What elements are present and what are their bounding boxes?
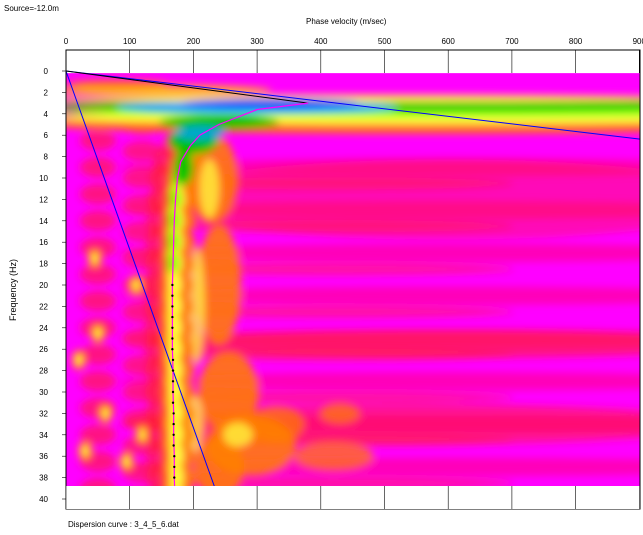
y-tick-label: 38 (39, 474, 48, 483)
y-tick-label: 0 (44, 67, 49, 76)
y-tick-label: 22 (39, 302, 48, 311)
heat-speckle (132, 279, 141, 291)
y-tick-label: 16 (39, 238, 48, 247)
heat-peak (158, 115, 279, 130)
heat-speckle (79, 371, 116, 392)
y-tick-label: 12 (39, 195, 48, 204)
y-tick-label: 8 (44, 153, 49, 162)
y-tick-label: 2 (44, 88, 49, 97)
source-label: Source=-12.0m (4, 4, 59, 13)
heat-speckle (138, 428, 147, 441)
picked-point (171, 401, 175, 404)
picked-point (172, 412, 175, 415)
heat-speckle (122, 455, 131, 468)
picked-point (171, 358, 175, 362)
picked-point (171, 305, 174, 308)
heat-speckle (74, 353, 83, 366)
x-tick-label: 400 (314, 37, 328, 46)
picked-point (171, 283, 174, 287)
heat-speckle (79, 264, 116, 285)
y-tick-label: 26 (39, 345, 48, 354)
picked-point (171, 380, 175, 383)
y-tick-label: 14 (39, 217, 48, 226)
x-tick-label: 200 (187, 37, 201, 46)
heat-plume (222, 422, 253, 447)
heat-speckle (81, 444, 90, 457)
dispersion-curve-label: Dispersion curve : 3_4_5_6.dat (68, 520, 179, 529)
x-tick-label: 600 (442, 37, 456, 46)
y-tick-label: 6 (44, 131, 49, 140)
picked-point (172, 422, 175, 426)
bottom-empty-strip (66, 486, 640, 509)
y-tick-label: 10 (39, 174, 48, 183)
heat-top-blank (66, 50, 640, 74)
heat-speckle (101, 407, 110, 420)
x-tick-label: 800 (569, 37, 583, 46)
picked-point (171, 390, 175, 394)
x-axis-title: Phase velocity (m/sec) (306, 17, 387, 26)
picked-point (171, 369, 175, 372)
y-tick-label: 36 (39, 452, 48, 461)
x-tick-label: 500 (378, 37, 392, 46)
heat-plume (319, 403, 360, 424)
picked-point (173, 465, 176, 469)
y-axis-ticks: 0246810121416182022242628303234363840 (39, 67, 66, 504)
y-axis-title: Frequency (Hz) (8, 258, 19, 322)
picked-point (171, 294, 174, 297)
y-tick-label: 30 (39, 388, 48, 397)
dispersion-image-plot: 0100200300400500600700800900 02468101214… (39, 37, 643, 510)
heat-peak (174, 126, 225, 141)
x-tick-label: 900 (633, 37, 643, 46)
heat-speckle (79, 130, 116, 151)
heat-speckle (93, 327, 102, 340)
heat-plume (293, 442, 374, 471)
picked-point (172, 444, 175, 447)
y-tick-label: 34 (39, 431, 48, 440)
y-tick-label: 28 (39, 367, 48, 376)
picked-point (171, 326, 174, 329)
y-tick-label: 24 (39, 324, 48, 333)
y-tick-label: 32 (39, 409, 48, 418)
y-tick-label: 40 (39, 495, 48, 504)
picked-point (173, 455, 176, 458)
heat-plume (248, 406, 305, 443)
y-tick-label: 20 (39, 281, 48, 290)
x-tick-label: 100 (123, 37, 137, 46)
x-tick-label: 0 (64, 37, 69, 46)
x-tick-label: 300 (250, 37, 264, 46)
picked-point (171, 348, 174, 351)
picked-point (171, 315, 174, 319)
y-tick-label: 4 (44, 110, 49, 119)
picked-point (172, 433, 175, 436)
x-tick-label: 700 (505, 37, 519, 46)
picked-point (173, 476, 176, 479)
heat-speckle (79, 291, 116, 312)
y-tick-label: 18 (39, 260, 48, 269)
heat-plume (199, 158, 220, 219)
heat-speckle (79, 210, 116, 231)
heat-speckle (90, 252, 99, 265)
picked-point (171, 337, 174, 340)
